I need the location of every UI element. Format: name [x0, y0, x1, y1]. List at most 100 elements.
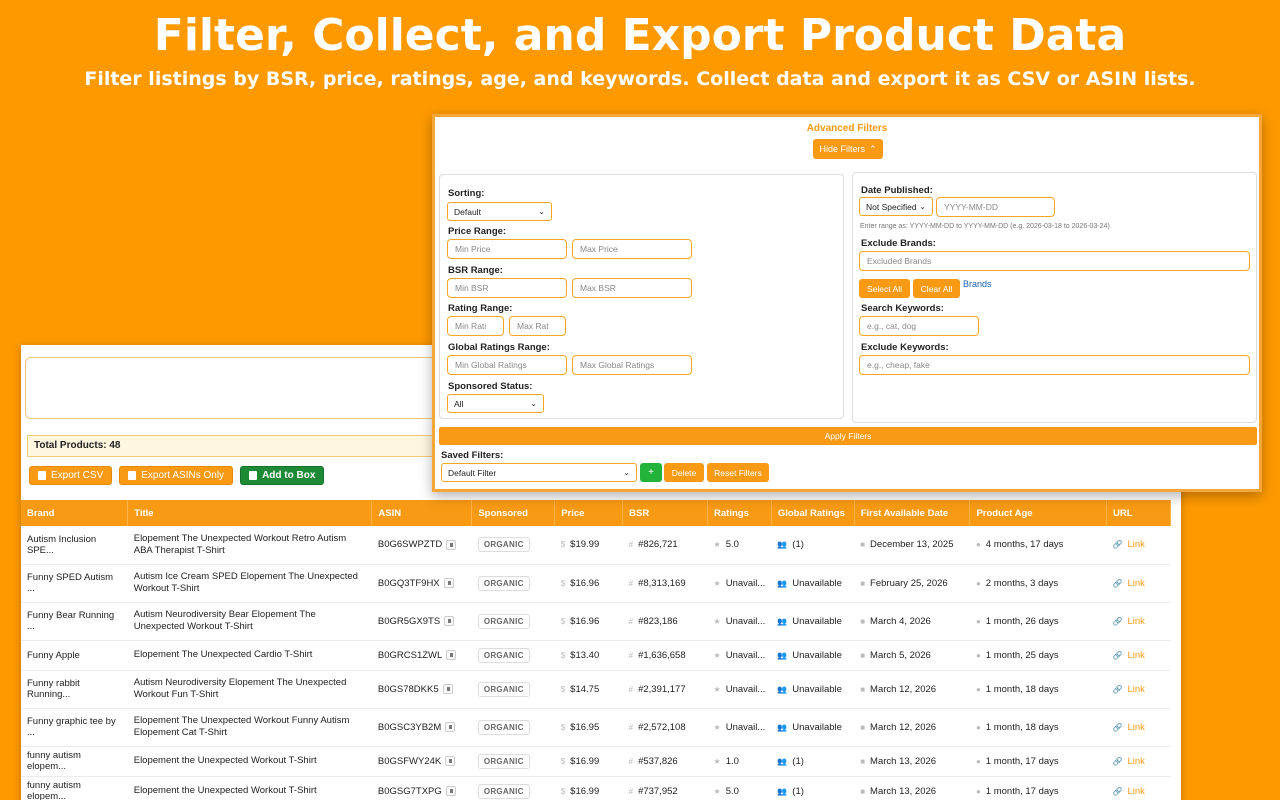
users-icon: 👥: [777, 616, 788, 626]
clock-icon: ●: [975, 578, 981, 588]
bsr-range-label: BSR Range:: [448, 265, 503, 276]
product-link[interactable]: Link: [1127, 650, 1144, 661]
clock-icon: ●: [975, 540, 981, 550]
max-price-input[interactable]: Max Price: [572, 239, 692, 259]
hash-icon: #: [628, 756, 634, 766]
cell-price: $ $16.99: [554, 746, 623, 777]
users-icon: 👥: [777, 578, 788, 588]
header-product-age[interactable]: Product Age: [969, 500, 1108, 526]
add-to-box-button[interactable]: Add to Box: [240, 466, 325, 485]
copy-icon[interactable]: [442, 684, 453, 694]
exclude-keywords-input[interactable]: e.g., cheap, fake: [859, 355, 1250, 375]
header-brand[interactable]: Brand: [21, 500, 129, 526]
max-global-ratings-input[interactable]: Max Global Ratings: [572, 355, 692, 375]
saved-filters-label: Saved Filters:: [441, 450, 504, 461]
cell-asin: B0GRCS1ZWL: [371, 640, 472, 671]
header-global-ratings[interactable]: Global Ratings: [771, 500, 855, 526]
product-link[interactable]: Link: [1127, 722, 1144, 733]
date-input[interactable]: YYYY-MM-DD: [936, 197, 1055, 217]
cell-age: ● 1 month, 17 days: [969, 776, 1107, 800]
header-asin[interactable]: ASIN: [371, 500, 473, 526]
cell-age: ● 1 month, 17 days: [969, 746, 1107, 777]
dollar-icon: $: [560, 650, 566, 660]
product-link[interactable]: Link: [1127, 616, 1144, 627]
max-rating-input[interactable]: Max Rat: [509, 316, 566, 336]
dollar-icon: $: [560, 616, 566, 626]
sponsored-badge: ORGANIC: [477, 719, 530, 735]
header-ratings[interactable]: Ratings: [707, 500, 772, 526]
cell-brand: Funny SPED Autism ...: [21, 564, 128, 603]
table-row: funny autism elopem... Elopement the Une…: [21, 776, 1171, 800]
link-icon: 🔗: [1112, 650, 1123, 660]
cell-brand: funny autism elopem...: [21, 746, 128, 777]
product-link[interactable]: Link: [1127, 786, 1144, 797]
dollar-icon: $: [560, 786, 566, 796]
header-price[interactable]: Price: [554, 500, 624, 526]
delete-filter-button[interactable]: Delete: [664, 463, 704, 482]
products-table: Brand Title ASIN Sponsored Price BSR Rat…: [21, 500, 1171, 800]
min-rating-input[interactable]: Min Rati: [447, 316, 504, 336]
clock-icon: ●: [975, 722, 981, 732]
min-bsr-input[interactable]: Min BSR: [447, 278, 567, 298]
star-icon: ★: [713, 578, 721, 588]
dollar-icon: $: [560, 722, 566, 732]
header-url[interactable]: URL: [1106, 500, 1171, 526]
copy-icon[interactable]: [443, 578, 454, 588]
hero-title: Filter, Collect, and Export Product Data: [153, 10, 1127, 61]
copy-icon[interactable]: [444, 616, 455, 626]
table-row: Funny SPED Autism ... Autism Ice Cream S…: [21, 564, 1171, 603]
excluded-brands-input[interactable]: Excluded Brands: [859, 251, 1250, 271]
users-icon: 👥: [777, 650, 788, 660]
copy-icon[interactable]: [445, 756, 456, 766]
dollar-icon: $: [560, 684, 566, 694]
cell-bsr: # #823,186: [622, 602, 708, 641]
star-icon: ★: [713, 756, 721, 766]
copy-icon[interactable]: [446, 650, 457, 660]
min-global-ratings-input[interactable]: Min Global Ratings: [447, 355, 567, 375]
header-title[interactable]: Title: [127, 500, 373, 526]
min-price-input[interactable]: Min Price: [447, 239, 567, 259]
max-bsr-input[interactable]: Max BSR: [572, 278, 692, 298]
cell-global-ratings: 👥 Unavailable: [771, 670, 855, 709]
cell-date: ■ February 25, 2026: [854, 564, 970, 603]
cell-title: Elopement The Unexpected Workout Retro A…: [127, 526, 372, 565]
brands-link[interactable]: Brands: [963, 279, 992, 289]
sponsored-badge: ORGANIC: [477, 575, 530, 591]
cell-asin: B0GSC3YB2M: [371, 708, 472, 747]
product-link[interactable]: Link: [1127, 684, 1144, 695]
header-bsr[interactable]: BSR: [622, 500, 709, 526]
apply-filters-button[interactable]: Apply Filters: [439, 427, 1257, 445]
product-link[interactable]: Link: [1127, 539, 1144, 550]
box-icon: [249, 471, 258, 480]
clear-all-button[interactable]: Clear All: [913, 279, 960, 298]
header-first-available[interactable]: First Available Date: [854, 500, 971, 526]
copy-icon[interactable]: [445, 722, 456, 732]
sponsored-status-select[interactable]: All ⌄: [447, 394, 544, 413]
sorting-select[interactable]: Default ⌄: [447, 202, 552, 221]
cell-bsr: # #2,391,177: [622, 670, 708, 709]
date-mode-select[interactable]: Not Specified ⌄: [859, 197, 933, 216]
cell-price: $ $16.95: [554, 708, 623, 747]
hash-icon: #: [628, 540, 634, 550]
exclude-keywords-label: Exclude Keywords:: [861, 342, 949, 353]
export-asins-button[interactable]: Export ASINs Only: [119, 466, 234, 485]
select-all-button[interactable]: Select All: [859, 279, 910, 298]
copy-icon[interactable]: [446, 539, 457, 550]
clock-icon: ●: [975, 616, 981, 626]
cell-brand: funny autism elopem...: [21, 776, 128, 800]
hide-filters-button[interactable]: Hide Filters ⌃: [813, 139, 883, 159]
export-csv-button[interactable]: Export CSV: [29, 466, 113, 485]
add-filter-button[interactable]: +: [640, 463, 662, 482]
product-link[interactable]: Link: [1127, 756, 1144, 767]
copy-icon[interactable]: [445, 786, 456, 796]
cell-sponsored: ORGANIC: [471, 708, 555, 747]
users-icon: 👥: [777, 540, 788, 550]
header-sponsored[interactable]: Sponsored: [471, 500, 556, 526]
product-link[interactable]: Link: [1127, 578, 1144, 589]
saved-filters-select[interactable]: Default Filter ⌄: [441, 463, 637, 482]
reset-filters-button[interactable]: Reset Filters: [707, 463, 769, 482]
hash-icon: #: [628, 578, 634, 588]
calendar-icon: ■: [860, 540, 866, 550]
link-icon: 🔗: [1112, 684, 1123, 694]
search-keywords-input[interactable]: e.g., cat, dog: [859, 316, 979, 336]
